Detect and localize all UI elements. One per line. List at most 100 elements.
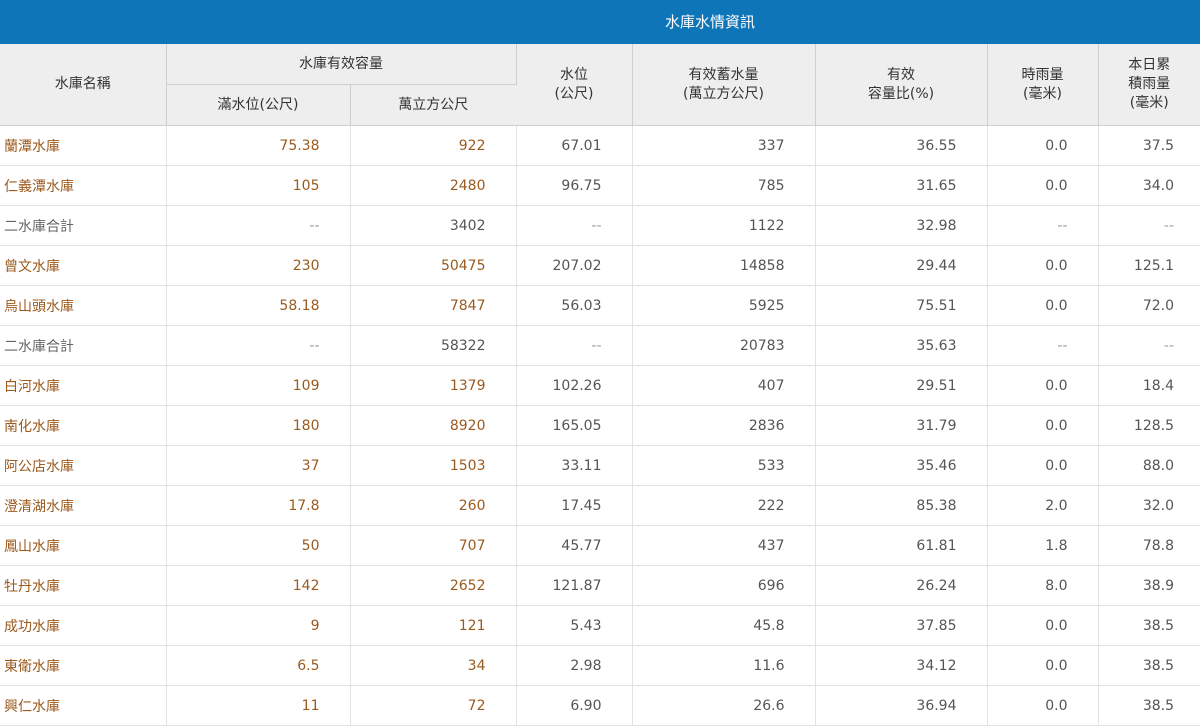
water-level-cell: 121.87 bbox=[516, 565, 633, 606]
daily-rain-cell: 38.5 bbox=[1098, 645, 1200, 686]
full-level-cell: 58.18 bbox=[166, 285, 351, 326]
full-level-cell: 105 bbox=[166, 165, 351, 206]
header-name: 水庫名稱 bbox=[0, 44, 167, 126]
reservoir-name-link[interactable]: 曾文水庫 bbox=[0, 245, 167, 286]
daily-rain-cell: 38.5 bbox=[1098, 685, 1200, 726]
water-level-cell: 45.77 bbox=[516, 525, 633, 566]
full-level-cell: 17.8 bbox=[166, 485, 351, 526]
full-level-cell: 109 bbox=[166, 365, 351, 406]
full-level-cell: 9 bbox=[166, 605, 351, 646]
storage-cell: 696 bbox=[632, 565, 816, 606]
reservoir-name-link[interactable]: 烏山頭水庫 bbox=[0, 285, 167, 326]
full-level-cell: 37 bbox=[166, 445, 351, 486]
table-row: 蘭潭水庫 75.38 922 67.01 337 36.55 0.0 37.5 bbox=[0, 125, 1200, 166]
table-row: 烏山頭水庫 58.18 7847 56.03 5925 75.51 0.0 72.0 bbox=[0, 285, 1200, 326]
reservoir-name-link[interactable]: 成功水庫 bbox=[0, 605, 167, 646]
capacity-cell: 2652 bbox=[350, 565, 517, 606]
hourly-rain-cell: 0.0 bbox=[987, 605, 1099, 646]
reservoir-name-link[interactable]: 阿公店水庫 bbox=[0, 445, 167, 486]
header-water-level: 水位 (公尺) bbox=[516, 44, 633, 126]
daily-rain-cell: 125.1 bbox=[1098, 245, 1200, 286]
capacity-ratio-cell: 29.44 bbox=[815, 245, 988, 286]
water-level-cell: 6.90 bbox=[516, 685, 633, 726]
water-level-cell: 56.03 bbox=[516, 285, 633, 326]
hourly-rain-cell: 0.0 bbox=[987, 685, 1099, 726]
table-row: 二水庫合計 -- 58322 -- 20783 35.63 -- -- bbox=[0, 325, 1200, 366]
storage-cell: 26.6 bbox=[632, 685, 816, 726]
capacity-ratio-cell: 35.63 bbox=[815, 325, 988, 366]
hourly-rain-cell: 1.8 bbox=[987, 525, 1099, 566]
table-row: 牡丹水庫 142 2652 121.87 696 26.24 8.0 38.9 bbox=[0, 565, 1200, 606]
water-level-cell: 207.02 bbox=[516, 245, 633, 286]
reservoir-name-link[interactable]: 澄清湖水庫 bbox=[0, 485, 167, 526]
full-level-cell: 75.38 bbox=[166, 125, 351, 166]
capacity-cell: 34 bbox=[350, 645, 517, 686]
capacity-ratio-cell: 36.94 bbox=[815, 685, 988, 726]
full-level-cell: 50 bbox=[166, 525, 351, 566]
full-level-cell: 180 bbox=[166, 405, 351, 446]
storage-cell: 533 bbox=[632, 445, 816, 486]
capacity-ratio-cell: 37.85 bbox=[815, 605, 988, 646]
capacity-ratio-cell: 26.24 bbox=[815, 565, 988, 606]
storage-cell: 437 bbox=[632, 525, 816, 566]
reservoir-name-link[interactable]: 東衛水庫 bbox=[0, 645, 167, 686]
capacity-cell: 58322 bbox=[350, 325, 517, 366]
water-level-cell: 67.01 bbox=[516, 125, 633, 166]
capacity-ratio-cell: 35.46 bbox=[815, 445, 988, 486]
header-storage: 有效蓄水量 (萬立方公尺) bbox=[632, 44, 816, 126]
daily-rain-cell: 38.9 bbox=[1098, 565, 1200, 606]
hourly-rain-cell: 0.0 bbox=[987, 245, 1099, 286]
reservoir-name-link[interactable]: 仁義潭水庫 bbox=[0, 165, 167, 206]
table-row: 成功水庫 9 121 5.43 45.8 37.85 0.0 38.5 bbox=[0, 605, 1200, 646]
storage-cell: 1122 bbox=[632, 205, 816, 246]
table-row: 白河水庫 109 1379 102.26 407 29.51 0.0 18.4 bbox=[0, 365, 1200, 406]
hourly-rain-cell: 0.0 bbox=[987, 365, 1099, 406]
capacity-ratio-cell: 34.12 bbox=[815, 645, 988, 686]
capacity-cell: 707 bbox=[350, 525, 517, 566]
full-level-cell: 142 bbox=[166, 565, 351, 606]
water-level-cell: 102.26 bbox=[516, 365, 633, 406]
table-row: 二水庫合計 -- 3402 -- 1122 32.98 -- -- bbox=[0, 205, 1200, 246]
reservoir-name-link[interactable]: 牡丹水庫 bbox=[0, 565, 167, 606]
table-row: 阿公店水庫 37 1503 33.11 533 35.46 0.0 88.0 bbox=[0, 445, 1200, 486]
water-level-cell: 2.98 bbox=[516, 645, 633, 686]
water-level-cell: 165.05 bbox=[516, 405, 633, 446]
daily-rain-cell: 72.0 bbox=[1098, 285, 1200, 326]
capacity-cell: 72 bbox=[350, 685, 517, 726]
capacity-ratio-cell: 85.38 bbox=[815, 485, 988, 526]
capacity-cell: 3402 bbox=[350, 205, 517, 246]
hourly-rain-cell: 0.0 bbox=[987, 445, 1099, 486]
water-level-cell: 17.45 bbox=[516, 485, 633, 526]
reservoir-name-link[interactable]: 白河水庫 bbox=[0, 365, 167, 406]
daily-rain-cell: -- bbox=[1098, 205, 1200, 246]
water-level-cell: -- bbox=[516, 325, 633, 366]
page-title: 水庫水情資訊 bbox=[0, 0, 1200, 44]
capacity-cell: 260 bbox=[350, 485, 517, 526]
capacity-ratio-cell: 31.79 bbox=[815, 405, 988, 446]
reservoir-table: 水庫名稱 水庫有效容量 水位 (公尺) 有效蓄水量 (萬立方公尺) 有效 容量比(%)… bbox=[0, 44, 1200, 726]
full-level-cell: 230 bbox=[166, 245, 351, 286]
water-level-cell: 33.11 bbox=[516, 445, 633, 486]
capacity-cell: 922 bbox=[350, 125, 517, 166]
header-capacity-group: 水庫有效容量 bbox=[166, 44, 517, 85]
table-row: 鳳山水庫 50 707 45.77 437 61.81 1.8 78.8 bbox=[0, 525, 1200, 566]
daily-rain-cell: 78.8 bbox=[1098, 525, 1200, 566]
daily-rain-cell: 88.0 bbox=[1098, 445, 1200, 486]
capacity-cell: 1503 bbox=[350, 445, 517, 486]
storage-cell: 45.8 bbox=[632, 605, 816, 646]
hourly-rain-cell: 2.0 bbox=[987, 485, 1099, 526]
reservoir-subtotal-label: 二水庫合計 bbox=[0, 205, 167, 246]
hourly-rain-cell: 0.0 bbox=[987, 405, 1099, 446]
table-header: 水庫名稱 水庫有效容量 水位 (公尺) 有效蓄水量 (萬立方公尺) 有效 容量比(%)… bbox=[0, 44, 1200, 126]
reservoir-name-link[interactable]: 興仁水庫 bbox=[0, 685, 167, 726]
storage-cell: 14858 bbox=[632, 245, 816, 286]
hourly-rain-cell: 0.0 bbox=[987, 125, 1099, 166]
reservoir-name-link[interactable]: 南化水庫 bbox=[0, 405, 167, 446]
table-row: 南化水庫 180 8920 165.05 2836 31.79 0.0 128.5 bbox=[0, 405, 1200, 446]
daily-rain-cell: -- bbox=[1098, 325, 1200, 366]
reservoir-name-link[interactable]: 鳳山水庫 bbox=[0, 525, 167, 566]
full-level-cell: -- bbox=[166, 205, 351, 246]
reservoir-name-link[interactable]: 蘭潭水庫 bbox=[0, 125, 167, 166]
water-level-cell: 96.75 bbox=[516, 165, 633, 206]
capacity-ratio-cell: 32.98 bbox=[815, 205, 988, 246]
